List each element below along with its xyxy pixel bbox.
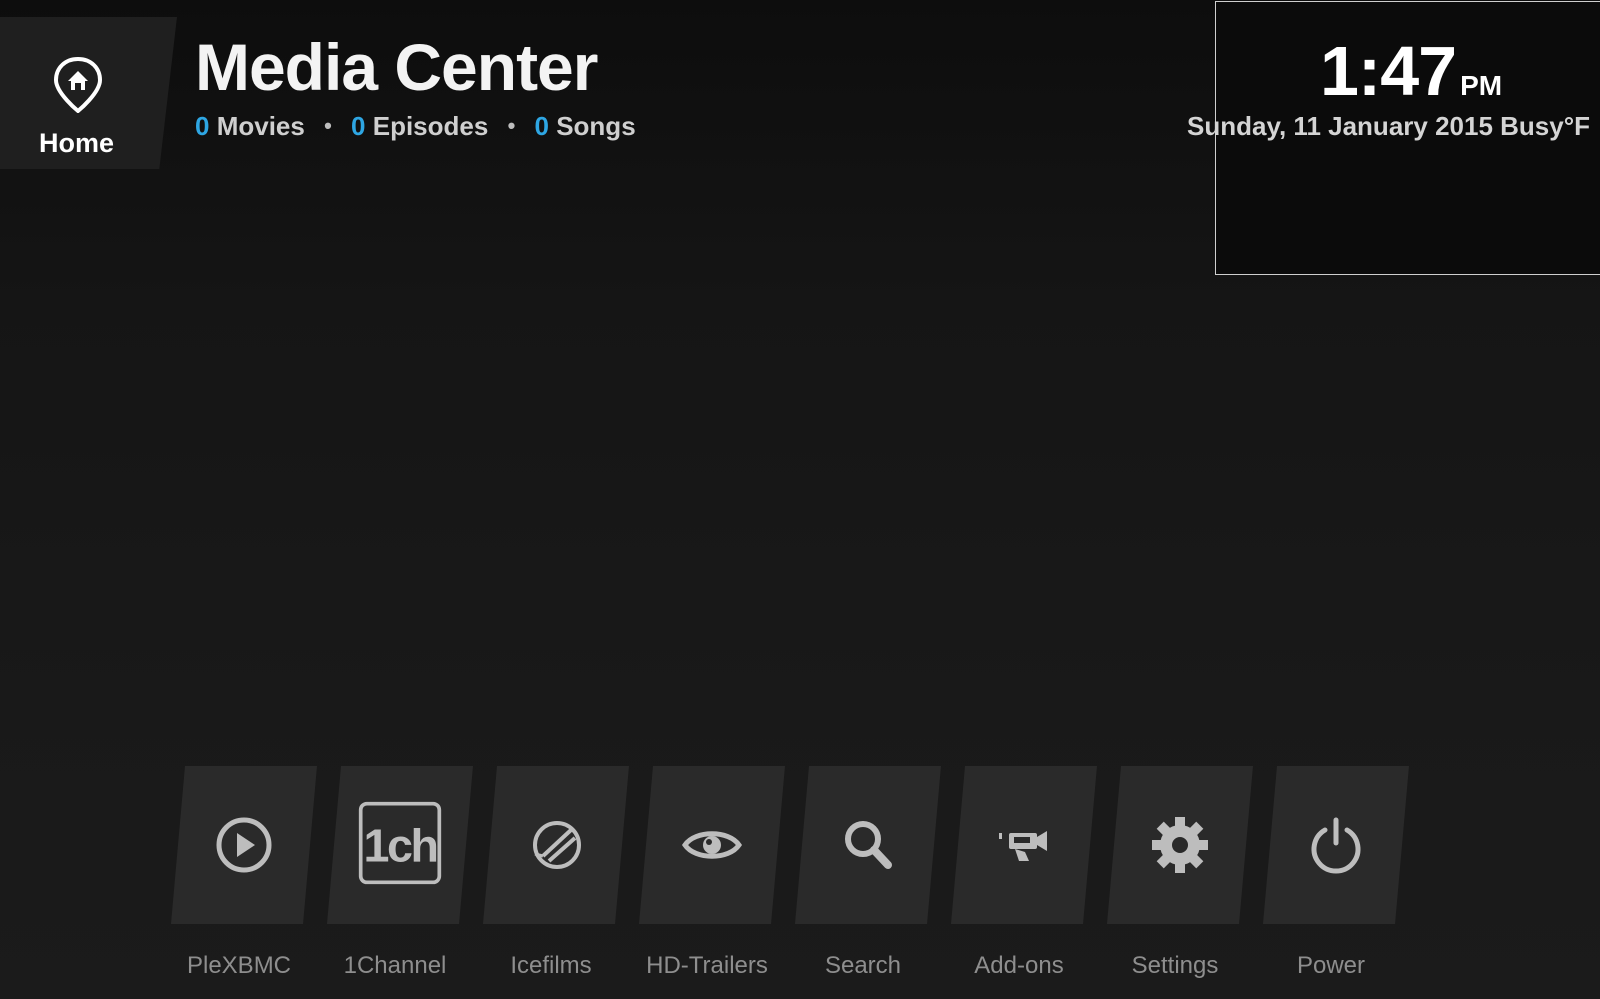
date-weather-line: Sunday, 11 January 2015 Busy°F [1187,111,1590,141]
home-button[interactable]: Home [0,17,177,169]
clock-time: 1:47 [1320,32,1457,110]
menu-tile [1107,766,1253,924]
gear-icon [1145,810,1215,880]
svg-text:1ch: 1ch [363,819,436,871]
stats-separator: • [324,113,332,138]
eye-icon [677,810,747,880]
episodes-count: 0 [351,111,366,141]
menu-item-hd-trailers[interactable]: HD-Trailers [639,766,795,981]
clock-ampm: PM [1460,70,1503,101]
page-title: Media Center [195,30,598,104]
icefilms-globe-icon [521,810,591,880]
menu-item-label: Icefilms [510,952,592,979]
movies-label: Movies [216,111,305,141]
menu-item-search[interactable]: Search [795,766,951,981]
main-menu: PleXBMC 1ch 1Channel Icefilms HD-Trailer… [171,766,1431,996]
search-icon [833,810,903,880]
menu-item-label: PleXBMC [186,952,292,979]
clock: 1:47 PM [1320,36,1502,106]
menu-item-add-ons[interactable]: Add-ons [951,766,1107,981]
home-label: Home [38,128,114,158]
menu-tile [1263,766,1409,924]
menu-tile [483,766,629,924]
songs-count: 0 [534,111,549,141]
menu-item-label: Power [1296,952,1366,979]
menu-item-settings[interactable]: Settings [1107,766,1263,981]
home-pin-icon [54,57,102,113]
menu-item-label: Search [824,952,902,979]
library-stats: 0 Movies • 0 Episodes • 0 Songs [195,111,636,142]
menu-item-label: Settings [1131,952,1219,979]
menu-item-label: 1Channel [343,952,447,979]
power-icon [1301,810,1371,880]
play-circle-icon [209,810,279,880]
menu-item-power[interactable]: Power [1263,766,1419,981]
menu-tile [951,766,1097,924]
1ch-logo-icon: 1ch [357,800,443,886]
menu-tile [639,766,785,924]
menu-item-icefilms[interactable]: Icefilms [483,766,639,981]
menu-item-label: Add-ons [974,952,1064,979]
menu-item-label: HD-Trailers [646,952,768,979]
songs-label: Songs [556,111,636,141]
episodes-label: Episodes [372,111,489,141]
menu-item-plexbmc[interactable]: PleXBMC [171,766,327,981]
menu-item-1channel[interactable]: 1ch 1Channel [327,766,483,981]
stats-separator: • [507,113,516,138]
menu-tile: 1ch [327,766,473,924]
menu-tile [171,766,317,924]
projector-icon [989,810,1059,880]
movies-count: 0 [195,111,210,141]
menu-tile [795,766,941,924]
